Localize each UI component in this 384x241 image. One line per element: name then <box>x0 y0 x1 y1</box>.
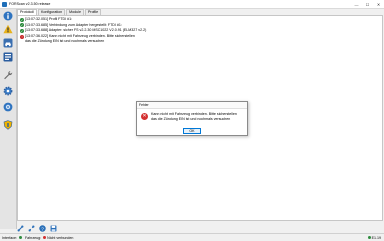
version-text: E1.19 <box>371 235 381 240</box>
info-icon[interactable] <box>2 10 13 21</box>
log-entry-continuation: das die Zündung EIN ist und nochmals ver… <box>20 39 380 45</box>
error-icon: ✕ <box>141 113 148 120</box>
link-icon[interactable] <box>17 225 24 232</box>
check-icon: ✓ <box>20 23 24 28</box>
log-text: das die Zündung EIN ist und nochmals ver… <box>25 39 105 44</box>
dialog-title: Fehler <box>137 102 247 109</box>
svg-text:?: ? <box>41 226 44 232</box>
close-button[interactable]: ✕ <box>373 0 384 8</box>
version-status-dot-icon <box>367 236 371 239</box>
check-icon: ✓ <box>20 28 24 33</box>
ok-button[interactable]: OK <box>183 128 201 134</box>
error-dialog: Fehler ✕ Kann nicht mit Fahrzeug verbind… <box>136 101 248 136</box>
sidebar <box>0 9 17 229</box>
error-icon: ! <box>20 34 24 39</box>
title-bar: FORScan v2.3.50 release — ☐ ✕ <box>0 0 384 9</box>
interface-status-dot-icon <box>18 236 22 239</box>
vehicle-label: Fahrzeug: <box>24 235 42 240</box>
gear-icon[interactable] <box>2 85 13 96</box>
version-info: E1.19 <box>366 236 381 240</box>
help-icon[interactable]: ? <box>39 224 46 232</box>
vehicle-icon[interactable] <box>2 37 13 48</box>
interface-status: Interface: <box>2 236 23 240</box>
window-controls: — ☐ ✕ <box>351 0 384 8</box>
unlink-icon[interactable] <box>28 225 35 232</box>
app-logo-icon <box>2 1 7 7</box>
warning-icon[interactable] <box>2 23 13 34</box>
minimize-button[interactable]: — <box>351 0 362 8</box>
settings-icon[interactable] <box>2 101 13 112</box>
dialog-message: Kann nicht mit Fahrzeug verbinden. Bitte… <box>151 112 237 121</box>
bottom-toolbar: ? <box>17 224 61 232</box>
vehicle-status: Fahrzeug: Nicht verbunden <box>25 236 73 240</box>
check-icon: ✓ <box>20 17 24 22</box>
vehicle-status-dot-icon <box>43 236 47 239</box>
dashboard-icon[interactable] <box>2 51 13 62</box>
maximize-button[interactable]: ☐ <box>362 0 373 8</box>
interface-label: Interface: <box>2 235 17 240</box>
dialog-message-line: Kann nicht mit Fahrzeug verbinden. Bitte… <box>151 112 237 116</box>
window-title: FORScan v2.3.50 release <box>9 2 51 6</box>
wrench-icon[interactable] <box>2 69 13 80</box>
dialog-body: ✕ Kann nicht mit Fahrzeug verbinden. Bit… <box>137 109 247 121</box>
connection-status-text: Nicht verbunden <box>47 235 74 240</box>
shield-icon[interactable] <box>2 119 13 130</box>
dialog-message-line: das die Zündung EIN ist und nochmals ver… <box>151 116 231 121</box>
save-icon[interactable] <box>50 225 57 232</box>
